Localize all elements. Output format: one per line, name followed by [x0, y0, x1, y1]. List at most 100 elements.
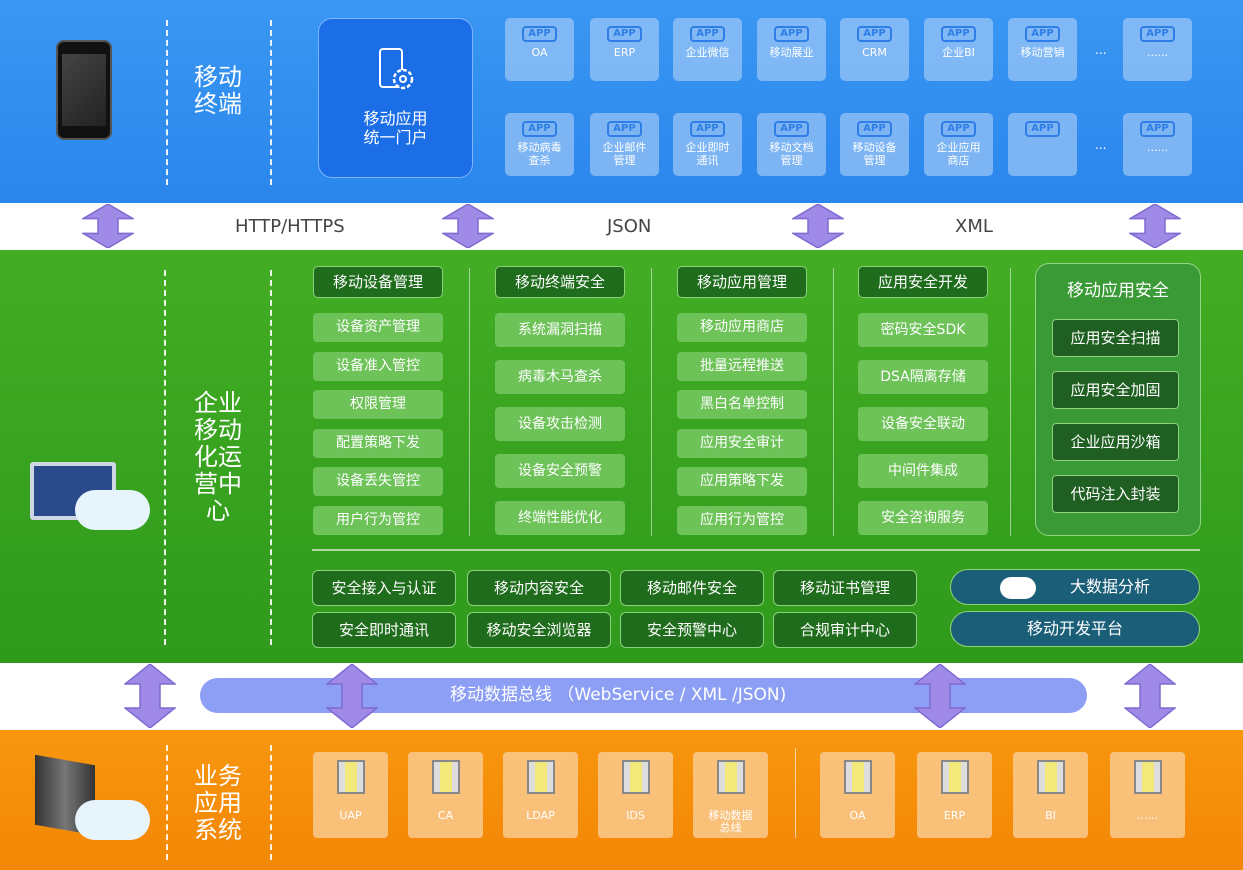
app-icon: APP — [1025, 26, 1060, 42]
app-tile[interactable]: APP 移动展业 — [757, 18, 826, 81]
app-tile[interactable]: APP 企业微信 — [673, 18, 742, 81]
divider — [166, 745, 168, 860]
double-arrow-icon — [442, 204, 494, 248]
divider — [270, 745, 272, 860]
server-icon — [941, 760, 969, 794]
business-system-tile[interactable]: LDAP — [503, 752, 578, 838]
column-divider — [469, 268, 470, 536]
business-system-tile[interactable]: IDS — [598, 752, 673, 838]
app-icon: APP — [522, 26, 557, 42]
function-item[interactable]: 应用安全审计 — [677, 428, 807, 458]
server-icon — [1134, 760, 1162, 794]
app-icon: APP — [774, 121, 809, 137]
business-system-tile[interactable]: ERP — [917, 752, 992, 838]
service-box[interactable]: 移动邮件安全 — [620, 570, 764, 606]
function-item[interactable]: 应用行为管控 — [677, 505, 807, 535]
function-item[interactable]: DSA隔离存储 — [858, 360, 988, 394]
function-item[interactable]: 设备准入管控 — [313, 351, 443, 381]
security-item[interactable]: 企业应用沙箱 — [1052, 423, 1179, 461]
service-box[interactable]: 移动内容安全 — [467, 570, 611, 606]
function-item[interactable]: 设备攻击检测 — [495, 407, 625, 441]
protocol-xml: XML — [955, 216, 993, 237]
column-header: 移动应用管理 — [677, 266, 807, 298]
function-item[interactable]: 权限管理 — [313, 390, 443, 419]
app-tile[interactable]: APP 企业邮件 管理 — [590, 113, 659, 176]
function-item[interactable]: 设备安全预警 — [495, 454, 625, 488]
app-tile[interactable]: APP 移动设备 管理 — [840, 113, 909, 176]
column-divider — [1010, 268, 1011, 536]
app-tile[interactable]: APP 企业应用 商店 — [924, 113, 993, 176]
function-item[interactable]: 终端性能优化 — [495, 501, 625, 535]
service-box[interactable]: 安全预警中心 — [620, 612, 764, 648]
server-icon — [844, 760, 872, 794]
business-system-tile[interactable]: ...... — [1110, 752, 1185, 838]
divider — [166, 20, 168, 185]
business-system-tile[interactable]: CA — [408, 752, 483, 838]
function-item[interactable]: 中间件集成 — [858, 454, 988, 488]
unified-portal[interactable]: 移动应用 统一门户 — [318, 18, 473, 178]
double-arrow-icon — [1124, 664, 1176, 728]
function-item[interactable]: 移动应用商店 — [677, 313, 807, 342]
separator — [312, 549, 1200, 551]
app-tile[interactable]: APP OA — [505, 18, 574, 81]
app-tile[interactable]: APP ERP — [590, 18, 659, 81]
service-box[interactable]: 合规审计中心 — [773, 612, 917, 648]
app-tile[interactable]: APP CRM — [840, 18, 909, 81]
app-label: 企业邮件 管理 — [602, 141, 647, 167]
function-item[interactable]: 配置策略下发 — [313, 428, 443, 458]
business-system-tile[interactable]: OA — [820, 752, 895, 838]
double-arrow-icon — [914, 664, 966, 728]
function-item[interactable]: 用户行为管控 — [313, 505, 443, 535]
app-icon: APP — [941, 26, 976, 42]
function-item[interactable]: 病毒木马查杀 — [495, 360, 625, 394]
mobile-gear-icon — [378, 48, 413, 90]
app-tile[interactable]: APP 企业即时 通讯 — [673, 113, 742, 176]
app-label: 企业BI — [942, 46, 975, 59]
function-item[interactable]: 黑白名单控制 — [677, 390, 807, 419]
function-item[interactable]: 设备安全联动 — [858, 407, 988, 441]
security-item[interactable]: 应用安全加固 — [1052, 371, 1179, 409]
app-label: 企业即时 通讯 — [685, 141, 730, 167]
business-system-label: LDAP — [526, 809, 555, 822]
app-tile[interactable]: APP 移动文档 管理 — [757, 113, 826, 176]
divider — [270, 270, 272, 645]
security-item[interactable]: 应用安全扫描 — [1052, 319, 1179, 357]
column-header: 应用安全开发 — [858, 266, 988, 298]
app-tile[interactable]: APP 移动病毒 查杀 — [505, 113, 574, 176]
dev-platform-button[interactable]: 移动开发平台 — [950, 611, 1200, 647]
function-item[interactable]: 密码安全SDK — [858, 313, 988, 347]
service-box[interactable]: 移动证书管理 — [773, 570, 917, 606]
app-label: 移动病毒 查杀 — [517, 141, 562, 167]
ellipsis: ... — [1095, 43, 1107, 57]
portal-label: 移动应用 统一门户 — [363, 109, 428, 147]
business-system-label: 移动数据 总线 — [708, 809, 753, 834]
big-data-button[interactable]: 大数据分析 — [950, 569, 1200, 605]
business-system-tile[interactable]: UAP — [313, 752, 388, 838]
function-item[interactable]: 系统漏洞扫描 — [495, 313, 625, 347]
app-tile-more[interactable]: APP...... — [1123, 18, 1192, 81]
function-item[interactable]: 批量远程推送 — [677, 351, 807, 381]
security-item[interactable]: 代码注入封装 — [1052, 475, 1179, 513]
app-label: ...... — [1147, 46, 1168, 59]
function-item[interactable]: 设备资产管理 — [313, 313, 443, 342]
function-item[interactable]: 安全咨询服务 — [858, 501, 988, 535]
service-box[interactable]: 安全即时通讯 — [312, 612, 456, 648]
service-box[interactable]: 安全接入与认证 — [312, 570, 456, 606]
app-tile[interactable]: APP 移动营销 — [1008, 18, 1077, 81]
business-system-label: IDS — [626, 809, 645, 822]
app-tile[interactable]: APP — [1008, 113, 1077, 176]
app-tile[interactable]: APP 企业BI — [924, 18, 993, 81]
app-icon: APP — [1140, 26, 1175, 42]
business-system-tile[interactable]: 移动数据 总线 — [693, 752, 768, 838]
app-icon: APP — [690, 121, 725, 137]
business-system-tile[interactable]: BI — [1013, 752, 1088, 838]
app-label: 移动文档 管理 — [769, 141, 814, 167]
function-item[interactable]: 设备丢失管控 — [313, 467, 443, 496]
terminal-label: 移动 终端 — [194, 63, 242, 118]
service-box[interactable]: 移动安全浏览器 — [467, 612, 611, 648]
function-item[interactable]: 应用策略下发 — [677, 467, 807, 496]
smartphone-icon — [56, 40, 112, 140]
app-tile-more[interactable]: APP...... — [1123, 113, 1192, 176]
app-label: 企业微信 — [685, 46, 730, 59]
app-label: 企业应用 商店 — [936, 141, 981, 167]
